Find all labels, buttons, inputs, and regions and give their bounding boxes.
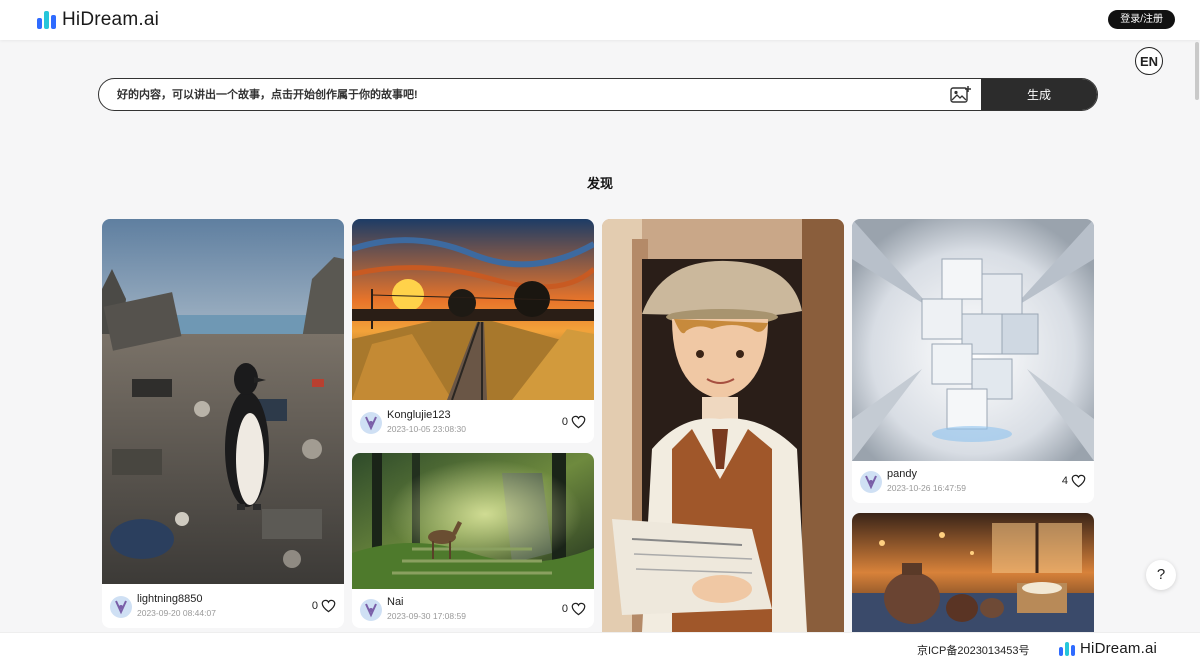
- post-time: 2023-10-26 16:47:59: [887, 483, 966, 493]
- heart-icon: [1071, 474, 1086, 488]
- card-footer: pandy 2023-10-26 16:47:59 4: [852, 461, 1094, 503]
- like-button[interactable]: 0: [562, 415, 586, 429]
- footer: 京ICP备2023013453号 HiDream.ai: [0, 632, 1200, 664]
- image-plus-icon[interactable]: [950, 85, 972, 105]
- login-register-button[interactable]: 登录/注册: [1108, 10, 1175, 29]
- heart-icon: [321, 599, 336, 613]
- user-avatar[interactable]: [860, 471, 882, 493]
- user-name[interactable]: Konglujie123: [387, 409, 451, 421]
- user-name[interactable]: pandy: [887, 468, 917, 480]
- like-count: 0: [561, 603, 568, 615]
- card-footer: lightning8850 2023-09-20 08:44:07 0: [102, 586, 344, 628]
- card-footer: Konglujie123 2023-10-05 23:08:30 0: [352, 402, 594, 443]
- top-bar: HiDream.ai 登录/注册: [0, 0, 1200, 40]
- like-button[interactable]: 4: [1062, 474, 1086, 488]
- card-image[interactable]: [352, 453, 594, 589]
- post-time: 2023-10-05 23:08:30: [387, 424, 466, 434]
- like-count: 0: [311, 600, 318, 612]
- footer-logo: HiDream.ai: [1059, 640, 1157, 657]
- heart-icon: [571, 602, 586, 616]
- user-avatar[interactable]: [110, 596, 132, 618]
- language-toggle-button[interactable]: EN: [1135, 47, 1163, 75]
- footer-logo-text: HiDream.ai: [1080, 640, 1158, 657]
- gallery-card[interactable]: [602, 219, 844, 632]
- like-button[interactable]: 0: [312, 599, 336, 613]
- gallery-card[interactable]: pandy 2023-10-26 16:47:59 4: [852, 219, 1094, 503]
- user-name[interactable]: Nai: [387, 596, 404, 608]
- card-image[interactable]: [852, 513, 1094, 632]
- user-avatar[interactable]: [360, 599, 382, 621]
- heart-icon: [571, 415, 586, 429]
- icp-license-link[interactable]: 京ICP备2023013453号: [917, 642, 1030, 658]
- page-scrollbar[interactable]: [1194, 40, 1200, 632]
- logo-mark-icon: [37, 11, 56, 29]
- hidream-logo[interactable]: HiDream.ai: [37, 9, 159, 31]
- card-image[interactable]: [102, 219, 344, 584]
- post-time: 2023-09-20 08:44:07: [137, 608, 216, 618]
- post-time: 2023-09-30 17:08:59: [387, 611, 466, 621]
- gallery-card[interactable]: Konglujie123 2023-10-05 23:08:30 0: [352, 219, 594, 443]
- gallery-card[interactable]: lightning8850 2023-09-20 08:44:07 0: [102, 219, 344, 628]
- scrollbar-thumb[interactable]: [1195, 42, 1199, 100]
- discover-title: 发现: [586, 176, 613, 191]
- logo-mark-icon: [1059, 641, 1075, 656]
- like-button[interactable]: 0: [562, 602, 586, 616]
- prompt-input[interactable]: [117, 79, 937, 110]
- gallery-card[interactable]: Nai 2023-09-30 17:08:59 0: [352, 453, 594, 628]
- card-image[interactable]: [852, 219, 1094, 461]
- gallery-card[interactable]: [852, 513, 1094, 632]
- generate-button[interactable]: 生成: [981, 79, 1097, 110]
- user-avatar[interactable]: [360, 412, 382, 434]
- card-image[interactable]: [602, 219, 844, 632]
- user-name[interactable]: lightning8850: [137, 593, 202, 605]
- help-button[interactable]: ?: [1146, 560, 1176, 590]
- prompt-bar: 生成: [98, 78, 1098, 111]
- card-image[interactable]: [352, 219, 594, 400]
- logo-text: HiDream.ai: [62, 9, 160, 30]
- card-footer: Nai 2023-09-30 17:08:59 0: [352, 589, 594, 628]
- like-count: 4: [1061, 475, 1068, 487]
- like-count: 0: [561, 416, 568, 428]
